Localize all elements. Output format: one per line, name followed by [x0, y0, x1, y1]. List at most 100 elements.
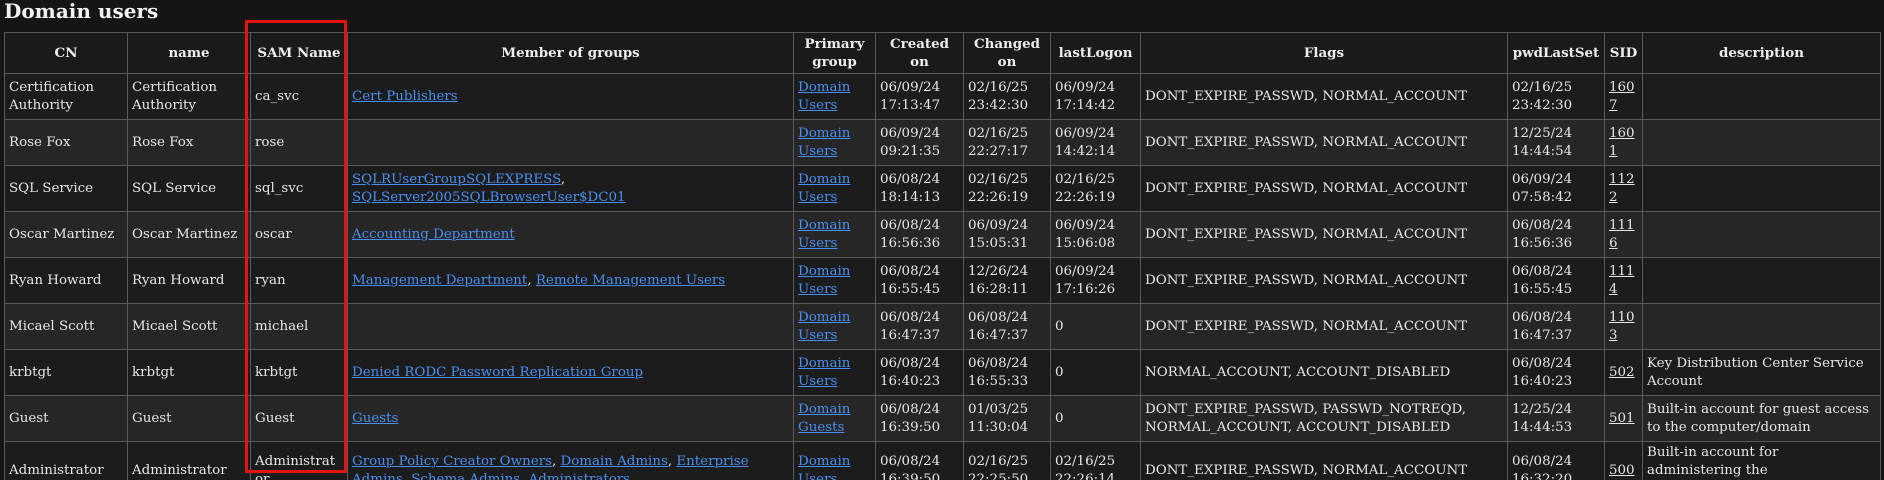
group-link[interactable]: Group Policy Creator Owners [352, 454, 552, 469]
cell-name: Ryan Howard [127, 257, 251, 304]
cell-name: krbtgt [127, 349, 251, 396]
sid-link[interactable]: 1114 [1609, 264, 1635, 297]
cell-sid: 1601 [1604, 119, 1643, 166]
sid-link[interactable]: 500 [1609, 463, 1635, 478]
cell-primary-group: Domain Users [793, 119, 876, 166]
primary-group-link[interactable]: Domain Users [798, 126, 850, 159]
cell-lastlogon: 06/09/24 17:14:42 [1050, 73, 1141, 120]
sid-link[interactable]: 1116 [1609, 218, 1635, 251]
cell-sam-name: krbtgt [250, 349, 348, 396]
primary-group-link[interactable]: Domain Users [798, 218, 850, 251]
group-link[interactable]: Administrators [529, 472, 630, 480]
group-separator: , [402, 472, 412, 480]
cell-flags: NORMAL_ACCOUNT, ACCOUNT_DISABLED [1140, 349, 1508, 396]
group-link[interactable]: Guests [352, 411, 398, 426]
primary-group-link[interactable]: Domain Users [798, 172, 850, 205]
cell-cn: Ryan Howard [4, 257, 128, 304]
column-header-sid: SID [1604, 32, 1643, 74]
group-link[interactable]: SQLServer2005SQLBrowserUser$DC01 [352, 190, 626, 205]
group-separator: , [520, 472, 529, 480]
cell-sam-name: Guest [250, 395, 348, 442]
cell-sam-name: michael [250, 303, 348, 350]
cell-changed-on: 02/16/25 22:25:50 [963, 441, 1051, 480]
cell-created-on: 06/08/24 16:39:50 [875, 395, 964, 442]
cell-cn: Oscar Martinez [4, 211, 128, 258]
column-header-name: name [127, 32, 251, 74]
cell-pwdlastset: 06/08/24 16:56:36 [1507, 211, 1605, 258]
cell-primary-group: Domain Users [793, 349, 876, 396]
primary-group-link[interactable]: Domain Users [798, 80, 850, 113]
cell-pwdlastset: 06/08/24 16:47:37 [1507, 303, 1605, 350]
cell-changed-on: 01/03/25 11:30:04 [963, 395, 1051, 442]
cell-pwdlastset: 12/25/24 14:44:54 [1507, 119, 1605, 166]
cell-sid: 501 [1604, 395, 1643, 442]
cell-lastlogon: 02/16/25 22:26:19 [1050, 165, 1141, 212]
cell-member-of-groups: Guests [347, 395, 794, 442]
cell-sid: 1607 [1604, 73, 1643, 120]
cell-description [1642, 73, 1881, 120]
cell-sam-name: rose [250, 119, 348, 166]
sid-link[interactable]: 1103 [1609, 310, 1635, 343]
cell-description [1642, 211, 1881, 258]
cell-created-on: 06/08/24 16:40:23 [875, 349, 964, 396]
sid-link[interactable]: 502 [1609, 365, 1635, 380]
cell-primary-group: Domain Users [793, 257, 876, 304]
group-link[interactable]: Management Department [352, 273, 527, 288]
primary-group-link[interactable]: Domain Users [798, 264, 850, 297]
cell-lastlogon: 06/09/24 17:16:26 [1050, 257, 1141, 304]
column-header-sam-name: SAM Name [250, 32, 348, 74]
cell-sam-name: Administrator [250, 441, 348, 480]
cell-cn: Administrator [4, 441, 128, 480]
primary-group-link[interactable]: Domain Users [798, 356, 850, 389]
header-row: CN name SAM Name Member of groups Primar… [4, 32, 1881, 74]
cell-flags: DONT_EXPIRE_PASSWD, NORMAL_ACCOUNT [1140, 119, 1508, 166]
group-separator: , [560, 171, 566, 187]
cell-sam-name: ryan [250, 257, 348, 304]
primary-group-link[interactable]: Domain Guests [798, 402, 850, 435]
table-row: Guest Guest Guest Guests Domain Guests 06/08/… [4, 395, 1881, 442]
cell-description: Built-in account for guest access to the… [1642, 395, 1881, 442]
cell-primary-group: Domain Users [793, 73, 876, 120]
cell-primary-group: Domain Users [793, 165, 876, 212]
cell-lastlogon: 02/16/25 22:26:14 [1050, 441, 1141, 480]
cell-member-of-groups: Accounting Department [347, 211, 794, 258]
cell-cn: Micael Scott [4, 303, 128, 350]
sid-link[interactable]: 1601 [1609, 126, 1635, 159]
cell-created-on: 06/08/24 16:47:37 [875, 303, 964, 350]
cell-name: SQL Service [127, 165, 251, 212]
sid-link[interactable]: 1607 [1609, 80, 1635, 113]
cell-flags: DONT_EXPIRE_PASSWD, PASSWD_NOTREQD, NORM… [1140, 395, 1508, 442]
cell-sid: 500 [1604, 441, 1643, 480]
group-link[interactable]: Accounting Department [352, 227, 515, 242]
group-link[interactable]: Domain Admins [560, 454, 667, 469]
group-link[interactable]: Cert Publishers [352, 89, 458, 104]
cell-description [1642, 119, 1881, 166]
page-title: Domain users [4, 0, 159, 23]
primary-group-link[interactable]: Domain Users [798, 310, 850, 343]
group-link[interactable]: Schema Admins [411, 472, 520, 480]
group-link[interactable]: Denied RODC Password Replication Group [352, 365, 643, 380]
domain-users-table: CN name SAM Name Member of groups Primar… [4, 32, 1881, 480]
cell-changed-on: 02/16/25 23:42:30 [963, 73, 1051, 120]
cell-pwdlastset: 06/08/24 16:40:23 [1507, 349, 1605, 396]
group-link[interactable]: SQLRUserGroupSQLEXPRESS [352, 172, 561, 187]
cell-sid: 1103 [1604, 303, 1643, 350]
cell-sid: 1114 [1604, 257, 1643, 304]
sid-link[interactable]: 1122 [1609, 172, 1635, 205]
primary-group-link[interactable]: Domain Users [798, 454, 850, 480]
cell-description [1642, 257, 1881, 304]
sid-link[interactable]: 501 [1609, 411, 1635, 426]
cell-name: Administrator [127, 441, 251, 480]
cell-member-of-groups: Denied RODC Password Replication Group [347, 349, 794, 396]
column-header-created-on: Created on [875, 32, 964, 74]
cell-sam-name: oscar [250, 211, 348, 258]
cell-primary-group: Domain Users [793, 441, 876, 480]
column-header-lastlogon: lastLogon [1050, 32, 1141, 74]
cell-name: Oscar Martinez [127, 211, 251, 258]
column-header-cn: CN [4, 32, 128, 74]
column-header-pwdlastset: pwdLastSet [1507, 32, 1605, 74]
cell-cn: Rose Fox [4, 119, 128, 166]
group-link[interactable]: Remote Management Users [536, 273, 725, 288]
group-separator: , [527, 272, 536, 288]
cell-changed-on: 06/09/24 15:05:31 [963, 211, 1051, 258]
